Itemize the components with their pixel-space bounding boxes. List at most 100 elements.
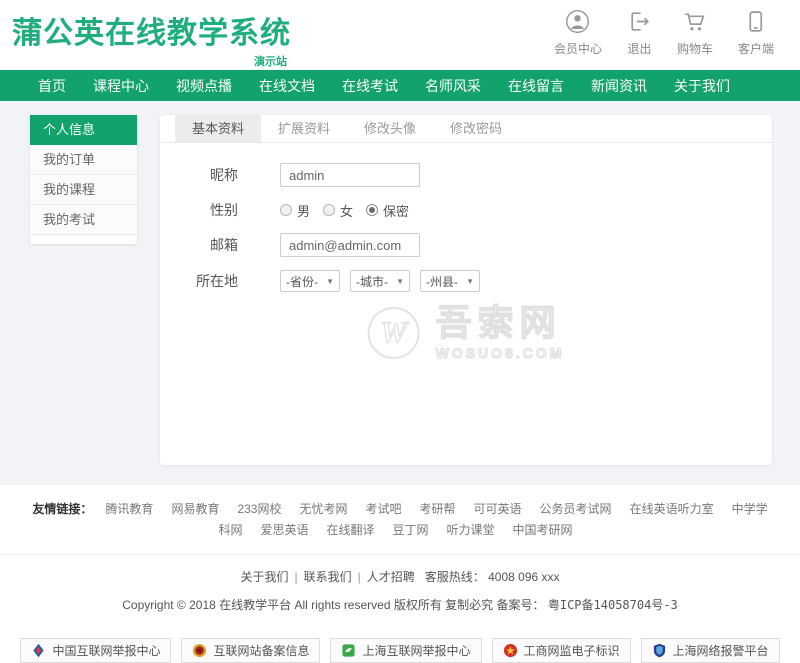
careers-link[interactable]: 人才招聘	[367, 570, 415, 584]
friend-link[interactable]: 233网校	[237, 502, 281, 516]
friend-link[interactable]: 公务员考试网	[540, 502, 612, 516]
sidebar-item-my-exams[interactable]: 我的考试	[30, 205, 137, 235]
logout-icon	[627, 9, 652, 37]
badge-label: 中国互联网举报中心	[52, 642, 160, 659]
nav-item-famous-teachers[interactable]: 名师风采	[425, 76, 481, 96]
friend-link[interactable]: 腾讯教育	[105, 502, 153, 516]
location-row: 所在地 -省份- ▼ -城市- ▼ -州县- ▼	[188, 270, 772, 292]
nickname-input[interactable]	[280, 163, 420, 187]
city-select-value: -城市-	[356, 273, 388, 290]
nav-item-online-exams[interactable]: 在线考试	[342, 76, 398, 96]
friend-link[interactable]: 考研帮	[420, 502, 456, 516]
friend-link[interactable]: 豆丁网	[393, 523, 429, 537]
gender-option-label: 保密	[383, 201, 409, 220]
friend-link[interactable]: 无忧考网	[299, 502, 347, 516]
radio-unchecked-icon[interactable]	[323, 204, 335, 216]
police-badge-icon	[652, 643, 667, 658]
gender-option-label: 女	[340, 201, 353, 220]
province-select-value: -省份-	[286, 273, 318, 290]
watermark-text-block: 吾索网 WOSUO8.COM	[436, 305, 565, 361]
province-select[interactable]: -省份- ▼	[280, 270, 340, 292]
separator: |	[358, 570, 361, 584]
nav-item-home[interactable]: 首页	[38, 76, 66, 96]
badge-industry-commerce-mark[interactable]: 工商网监电子标识	[492, 638, 631, 663]
quick-link-label: 会员中心	[554, 40, 602, 57]
gender-option-male[interactable]: 男	[280, 201, 310, 220]
copyright: Copyright © 2018 在线教学平台 All rights reser…	[0, 596, 800, 613]
profile-form: 昵称 性别 男 女 保密	[160, 143, 772, 292]
badge-icp-info[interactable]: 互联网站备案信息	[181, 638, 320, 663]
client-app-link[interactable]: 客户端	[738, 9, 774, 57]
watermark-logo-icon: W	[368, 307, 420, 359]
header-quick-links: 会员中心 退出 购物车	[554, 9, 774, 57]
sidebar-item-my-courses[interactable]: 我的课程	[30, 175, 137, 205]
friend-link[interactable]: 可可英语	[474, 502, 522, 516]
badge-label: 上海互联网举报中心	[362, 642, 470, 659]
diamond-report-icon	[31, 643, 46, 658]
gender-option-secret[interactable]: 保密	[366, 201, 409, 220]
badge-shanghai-cyber-police[interactable]: 上海网络报警平台	[641, 638, 780, 663]
nav-item-online-docs[interactable]: 在线文档	[259, 76, 315, 96]
site-footer: 友情链接：腾讯教育网易教育233网校无忧考网考试吧考研帮可可英语公务员考试网在线…	[0, 485, 800, 663]
county-select-value: -州县-	[426, 273, 458, 290]
nav-item-video-on-demand[interactable]: 视频点播	[176, 76, 232, 96]
friend-link[interactable]: 听力课堂	[447, 523, 495, 537]
friend-link[interactable]: 爱思英语	[260, 523, 308, 537]
friend-link[interactable]: 网易教育	[171, 502, 219, 516]
badge-label: 互联网站备案信息	[213, 642, 309, 659]
icp-number: 粤ICP备14058704号-3	[548, 598, 678, 612]
tab-bar: 基本资料 扩展资料 修改头像 修改密码	[160, 115, 772, 143]
radio-checked-icon[interactable]	[366, 204, 378, 216]
tab-change-avatar[interactable]: 修改头像	[347, 115, 433, 142]
badge-label: 上海网络报警平台	[673, 642, 769, 659]
email-field[interactable]	[280, 233, 420, 257]
icp-seal-icon	[192, 643, 207, 658]
nav-item-message-board[interactable]: 在线留言	[508, 76, 564, 96]
friend-link[interactable]: 在线英语听力室	[630, 502, 714, 516]
content-panel: 基本资料 扩展资料 修改头像 修改密码 昵称 性别 男	[160, 115, 772, 465]
cart-icon	[682, 9, 707, 37]
separator: |	[295, 570, 298, 584]
tab-basic-info[interactable]: 基本资料	[175, 115, 261, 142]
green-report-icon	[341, 643, 356, 658]
friend-link[interactable]: 考试吧	[366, 502, 402, 516]
nav-item-course-center[interactable]: 课程中心	[93, 76, 149, 96]
badge-china-report-center[interactable]: 中国互联网举报中心	[20, 638, 171, 663]
friend-link[interactable]: 中国考研网	[513, 523, 573, 537]
site-logo[interactable]: 蒲公英在线教学系统 演示站	[12, 8, 291, 69]
badge-shanghai-report-center[interactable]: 上海互联网举报中心	[330, 638, 481, 663]
about-us-link[interactable]: 关于我们	[240, 570, 288, 584]
service-hotline: 客服热线： 4008 096 xxx	[425, 570, 560, 584]
logout-link[interactable]: 退出	[627, 9, 652, 57]
friend-links-label: 友情链接：	[32, 502, 92, 516]
email-label: 邮箱	[188, 235, 238, 255]
nickname-label: 昵称	[188, 165, 238, 185]
nav-item-about-us[interactable]: 关于我们	[674, 76, 730, 96]
county-select[interactable]: -州县- ▼	[420, 270, 480, 292]
tab-extended-info[interactable]: 扩展资料	[261, 115, 347, 142]
nav-item-news[interactable]: 新闻资讯	[591, 76, 647, 96]
member-center-link[interactable]: 会员中心	[554, 9, 602, 57]
about-line: 关于我们 | 联系我们 | 人才招聘客服热线： 4008 096 xxx	[0, 554, 800, 585]
radio-unchecked-icon[interactable]	[280, 204, 292, 216]
caret-down-icon: ▼	[396, 277, 404, 286]
tab-change-password[interactable]: 修改密码	[433, 115, 519, 142]
location-label: 所在地	[188, 271, 238, 291]
friend-link[interactable]: 在线翻译	[326, 523, 374, 537]
red-seal-icon	[503, 643, 518, 658]
contact-us-link[interactable]: 联系我们	[304, 570, 352, 584]
sidebar-item-my-orders[interactable]: 我的订单	[30, 145, 137, 175]
city-select[interactable]: -城市- ▼	[350, 270, 410, 292]
copyright-text: Copyright © 2018 在线教学平台 All rights reser…	[122, 598, 548, 612]
sidebar-item-profile[interactable]: 个人信息	[30, 115, 137, 145]
cart-link[interactable]: 购物车	[677, 9, 713, 57]
page: 蒲公英在线教学系统 演示站 会员中心	[0, 0, 800, 663]
gender-option-female[interactable]: 女	[323, 201, 353, 220]
watermark-cn-text: 吾索网	[436, 305, 565, 341]
site-subtitle: 演示站	[12, 53, 291, 69]
watermark: W 吾索网 WOSUO8.COM	[368, 305, 565, 361]
caret-down-icon: ▼	[326, 277, 334, 286]
quick-link-label: 购物车	[677, 40, 713, 57]
quick-link-label: 客户端	[738, 40, 774, 57]
badge-label: 工商网监电子标识	[524, 642, 620, 659]
